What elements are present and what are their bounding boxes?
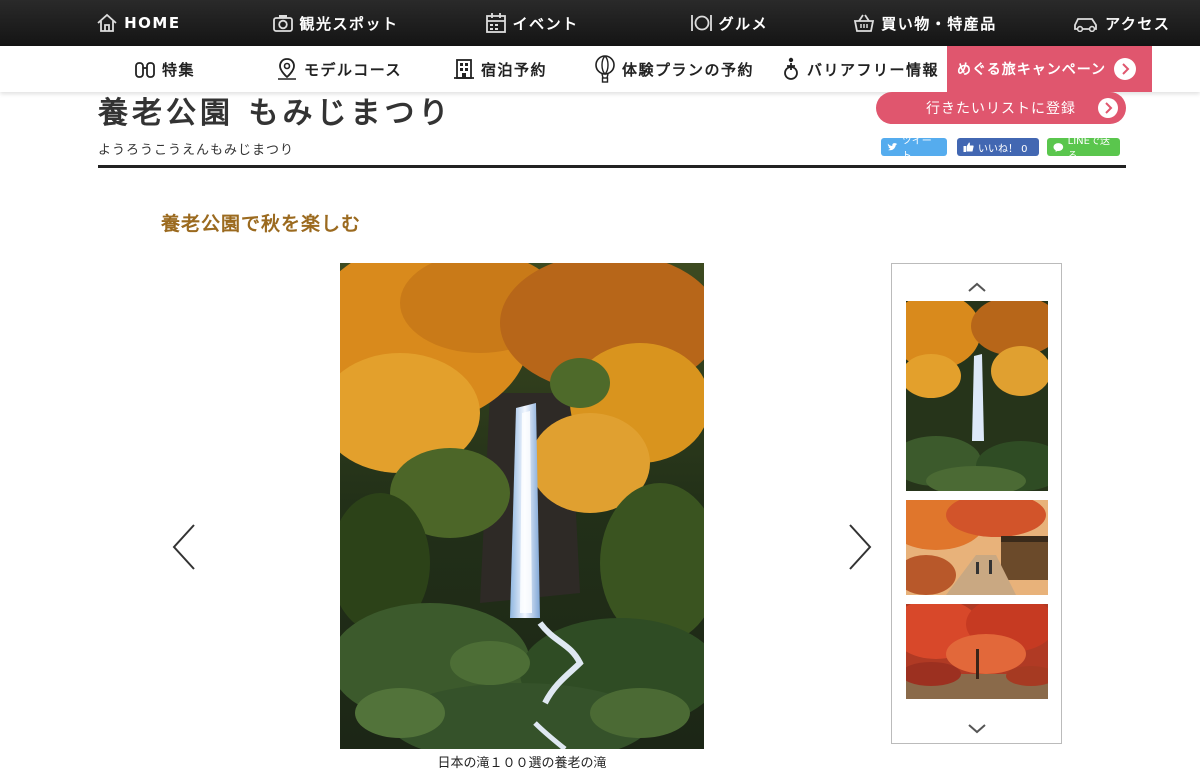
nav-access-label: アクセス: [1105, 14, 1171, 33]
line-share-label: LINEで送る: [1067, 136, 1110, 162]
subnav-experience[interactable]: 体験プランの予約: [594, 46, 754, 92]
line-icon: [1053, 142, 1064, 152]
chevron-down-icon: [968, 724, 986, 734]
thumbnail-panel: [891, 263, 1062, 744]
subnav-feature[interactable]: 特集: [134, 46, 195, 92]
nav-events-label: イベント: [512, 14, 579, 33]
page-title-reading: ようろうこうえんもみじまつり: [98, 143, 295, 158]
add-to-wishlist-button[interactable]: 行きたいリストに登録: [876, 92, 1126, 124]
subnav-experience-label: 体験プランの予約: [622, 60, 755, 79]
map-pin-icon: [278, 58, 296, 80]
title-divider: [98, 165, 1126, 168]
subnav-barrier-free[interactable]: バリアフリー情報: [781, 46, 939, 92]
campaign-button[interactable]: めぐる旅キャンペーン: [947, 46, 1152, 92]
like-label: いいね！ 0: [978, 143, 1028, 155]
tweet-label: ツイート: [901, 136, 932, 162]
nav-spots[interactable]: 観光スポット: [217, 0, 414, 46]
wishlist-label: 行きたいリストに登録: [926, 101, 1076, 117]
subnav-hotel[interactable]: 宿泊予約: [453, 46, 547, 92]
nav-shopping-label: 買い物・特産品: [881, 14, 997, 33]
photo-caption: 日本の滝１００選の養老の滝: [437, 756, 607, 771]
subnav-barrier-free-label: バリアフリー情報: [807, 60, 940, 79]
basket-icon: [854, 14, 875, 32]
thumbnail-scroll-down-button[interactable]: [967, 720, 987, 739]
nav-events[interactable]: イベント: [413, 0, 610, 46]
binoculars-icon: [135, 62, 155, 78]
cutlery-icon: [690, 15, 712, 31]
subnav-model-course-label: モデルコース: [304, 60, 402, 79]
home-icon: [97, 13, 117, 32]
car-icon: [1074, 18, 1097, 32]
line-share-button[interactable]: LINEで送る: [1047, 136, 1120, 162]
nav-shopping[interactable]: 買い物・特産品: [807, 0, 1004, 46]
chevron-right-icon: [1098, 98, 1118, 118]
page-title: 養老公園 もみじまつり: [98, 96, 453, 131]
chevron-up-icon: [968, 282, 986, 292]
thumbnail-waterfall[interactable]: [906, 301, 1048, 491]
subnav-feature-label: 特集: [162, 60, 196, 79]
nav-gourmet-label: グルメ: [718, 14, 769, 33]
subnav-model-course[interactable]: モデルコース: [276, 46, 402, 92]
thumbnail-scroll-up-button[interactable]: [967, 278, 987, 297]
carousel-prev-button[interactable]: [170, 523, 198, 575]
thumbnail-autumn-path[interactable]: [906, 500, 1048, 595]
like-button[interactable]: いいね！ 0: [957, 138, 1039, 156]
camera-icon: [272, 15, 293, 32]
top-nav: HOME 観光スポット イベント グルメ 買い物・特産品 アクセス: [0, 0, 1200, 46]
balloon-icon: [595, 55, 615, 83]
chevron-right-icon: [1114, 58, 1137, 80]
carousel-next-button[interactable]: [846, 523, 874, 575]
thumbs-up-icon: [963, 142, 974, 152]
hotel-icon: [454, 59, 474, 79]
calendar-icon: [485, 13, 506, 33]
section-heading: 養老公園で秋を楽しむ: [161, 213, 362, 235]
thumbnail-red-maples[interactable]: [906, 604, 1048, 699]
nav-access[interactable]: アクセス: [1003, 0, 1200, 46]
campaign-label: めぐる旅キャンペーン: [957, 62, 1107, 78]
subnav-hotel-label: 宿泊予約: [481, 60, 548, 79]
nav-gourmet[interactable]: グルメ: [610, 0, 807, 46]
nav-home[interactable]: HOME: [0, 0, 217, 46]
nav-spots-label: 観光スポット: [299, 14, 399, 33]
chevron-left-icon: [172, 524, 195, 570]
accessibility-icon: [784, 57, 798, 80]
main-photo-waterfall: [340, 263, 704, 749]
twitter-icon: [887, 143, 898, 151]
nav-home-label: HOME: [124, 14, 181, 32]
chevron-right-icon: [849, 524, 872, 570]
tweet-button[interactable]: ツイート: [881, 136, 947, 162]
